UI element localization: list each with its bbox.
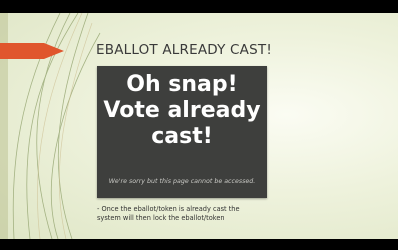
slide-note-line: system will then lock the eballot/token	[97, 214, 225, 222]
error-subtext: We're sorry but this page cannot be acce…	[108, 178, 256, 185]
error-headline-line: cast!	[151, 124, 213, 149]
presentation-slide: EBALLOT ALREADY CAST! Oh snap! Vote alre…	[0, 13, 398, 239]
error-headline-line: Oh snap!	[126, 72, 238, 97]
slide-note: - Once the eballot/token is already cast…	[97, 205, 277, 223]
slide-note-line: - Once the eballot/token is already cast…	[97, 205, 240, 213]
error-card: Oh snap! Vote already cast! We're sorry …	[97, 66, 267, 198]
slide-title: EBALLOT ALREADY CAST!	[96, 42, 272, 58]
error-headline-line: Vote already	[103, 98, 261, 123]
error-headline: Oh snap! Vote already cast!	[97, 72, 267, 150]
arrow-decoration-bar	[0, 43, 44, 59]
arrow-decoration-icon	[44, 43, 64, 59]
